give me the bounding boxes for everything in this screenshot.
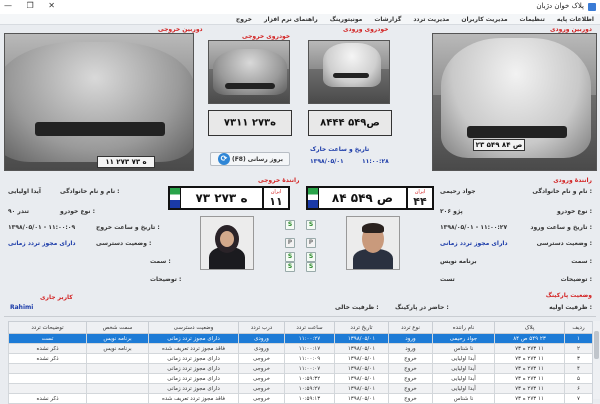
parking-capacity-label: ظرفیت اولیه : [549,304,592,311]
menu-item-traffic[interactable]: مدیریت تردد [413,16,449,23]
col-header[interactable]: نوع تردد [388,321,433,334]
entry-post-value: برنامه نویس [440,258,477,265]
exit-name-value: آیدا اولیایی [8,188,41,195]
status-marker[interactable]: S [285,220,295,230]
entry-vehicle-label: نوع خودرو : [556,208,592,215]
status-marker[interactable]: P [306,238,316,248]
window-controls[interactable]: — ❐ ✕ [4,1,61,10]
entry-car-thumbnail[interactable] [308,40,390,104]
entry-camera-view[interactable]: ۲۳ ۵۴۹ ص ۸۴ [432,33,597,171]
entry-access-value: دارای مجوز تردد زمانی [440,240,508,247]
menu-item-settings[interactable]: تنظیمات [520,16,545,23]
exit-name-label: نام و نام خانوادگی : [60,188,120,195]
menu-bar: اطلاعات پایه تنظیمات مدیریت کاربران مدیر… [0,14,600,25]
exit-access-value: دارای مجوز تردد زمانی [8,240,76,247]
table-row[interactable]: ۲ ۱۱ ۲۷۳ ه ۷۳ نا شناس ورود ۱۳۹۸/۰۵/۰۱ ۱۱:۰۰:۱… [8,343,593,354]
status-marker[interactable]: P [285,238,295,248]
exit-post-label: سمت : [150,258,171,265]
exit-camera-view[interactable]: ۱۱ ۲۷۳ ه ۷۳ [4,33,194,171]
col-header[interactable]: ساعت تردد [284,321,335,334]
exit-car-label: خودروی خروجی [242,33,291,40]
operator-value: Rahimi [10,304,34,311]
menu-item-basic-info[interactable]: اطلاعات پایه [557,16,594,23]
table-row[interactable]: ۵ ۱۱ ۲۷۳ ه ۷۳ آیدا اولیایی خروج ۱۳۹۸/۰۵/۰۱ ۱۰… [8,373,593,384]
status-marker[interactable]: S [306,252,316,262]
entry-datetime-value: ۱۳۹۸/۰۵/۰۱ - ۱۱:۰۰:۲۷ [440,224,508,231]
exit-camera-plate: ۱۱ ۲۷۳ ه ۷۳ [97,156,155,168]
table-row[interactable]: ۴ ۱۱ ۲۷۳ ه ۷۳ آیدا اولیایی خروج ۱۳۹۸/۰۵/۰۱ ۱۱… [8,363,593,374]
entry-driver-photo [346,216,400,270]
entry-datetime-label: تاریخ و ساعت ورود : [530,224,592,231]
exit-datetime-value: ۱۳۹۸/۰۵/۰۱ - ۱۱:۰۰:۰۹ [8,224,76,231]
entry-vehicle-value: پژو ۲۰۶ [440,208,463,215]
exit-driver-label: رانندهٔ خروجی [258,177,300,184]
menu-item-reports[interactable]: گزارشات [374,16,401,23]
menu-item-exit[interactable]: خروج [236,16,252,23]
menu-item-monitoring[interactable]: مونیتورینگ [330,16,363,23]
table-row[interactable]: ۷ ۱۱ ۲۷۳ ه ۷۳ نا شناس خروج ۱۳۹۸/۰۵/۰۱ ۱۰:۵۹:۱… [8,393,593,404]
entry-name-label: نام و نام خانوادگی : [532,188,592,195]
entry-plate-display: ۸۴ ص ۵۴۹ ایران ۴۴ [306,186,434,210]
entry-plate-crop: ۸۴ص۵۴۹ ۴۴ [308,110,392,136]
exit-desc-label: توضیحات : [150,276,182,283]
col-header[interactable]: درب تردد [238,321,285,334]
exit-datetime-date: ۱۳۹۸/۰۵/۰۱ [310,158,344,165]
empty-capacity-label: ظرفیت خالی : [335,304,379,311]
table-row[interactable]: ۶ ۱۱ ۲۷۳ ه ۷۳ آیدا اولیایی خروج ۱۳۹۸/۰۵/۰۱ ۱۰… [8,383,593,394]
entry-desc-label: توضیحات : [560,276,592,283]
title-bar: — ❐ ✕ پلاک خوان دژبان [0,0,600,15]
app-icon [588,3,596,11]
col-header[interactable]: نام راننده [432,321,495,334]
entry-desc-value: تست [440,276,455,283]
exit-datetime-time: ۱۱:۰۰:۲۸ [362,158,389,165]
status-marker[interactable]: S [306,262,316,272]
exit-vehicle-value: تندر ۹۰ [8,208,30,215]
traffic-table: ردیف پلاک نام راننده نوع تردد تاریخ تردد… [8,321,593,404]
exit-car-thumbnail[interactable] [208,40,290,104]
status-marker[interactable]: S [285,252,295,262]
exit-datetime-label: تاریخ و ساعت خارک [310,146,370,153]
col-header[interactable]: تاریخ تردد [334,321,389,334]
parking-present-label: حاضر در پارکینگ : [395,304,449,311]
exit-driver-photo [200,216,254,270]
status-marker[interactable]: S [285,262,295,272]
entry-access-label: وضعیت دسترسی : [536,240,592,247]
entry-car-label: خودروی ورودی [343,26,389,33]
exit-vehicle-label: نوع خودرو : [60,208,96,215]
table-row[interactable]: ۱ ۲۳ ۵۴۹ ص ۸۴ جواد رحیمی ورود ۱۳۹۸/۰۵/۰۱ ۱۱:۰… [8,333,593,344]
entry-camera-plate: ۲۳ ۵۴۹ ص ۸۴ [473,139,525,151]
menu-item-users[interactable]: مدیریت کاربران [461,16,507,23]
col-header[interactable]: وضعیت دسترسی [148,321,239,334]
exit-plate-display: ۷۳ ه ۲۷۳ ایران ۱۱ [168,186,290,210]
entry-camera-label: دوربین ورودی [550,26,592,33]
parking-status-label: وضعیت پارکینگ [545,292,592,299]
table-row[interactable]: ۳ ۱۱ ۲۷۳ ه ۷۳ آیدا اولیایی خروج ۱۳۹۸/۰۵/۰۱ ۱۱… [8,353,593,364]
table-header: ردیف پلاک نام راننده نوع تردد تاریخ تردد… [8,321,593,334]
exit-plate-crop: ۷۳ه۲۷۳ ۱۱ [208,110,292,136]
table-scrollbar[interactable] [592,321,600,399]
col-header[interactable]: سمت شخص [86,321,149,334]
exit-datetime-label: تاریخ و ساعت خروج : [96,224,160,231]
entry-driver-label: رانندهٔ ورودی [553,177,592,184]
col-header[interactable]: ردیف [564,321,593,334]
window-title: پلاک خوان دژبان [536,2,584,10]
refresh-button[interactable]: بروز رسانی (F8) ⟳ [210,152,290,166]
col-header[interactable]: توضیحات تردد [8,321,87,334]
menu-item-help[interactable]: راهنمای نرم افزار [264,16,318,23]
col-header[interactable]: پلاک [494,321,565,334]
entry-post-label: سمت : [571,258,592,265]
entry-name-value: جواد رحیمی [440,188,476,195]
exit-camera-label: دوربین خروجی [158,26,203,33]
status-marker[interactable]: S [306,220,316,230]
refresh-icon: ⟳ [217,153,230,165]
divider [4,316,596,317]
exit-access-label: وضعیت دسترسی : [96,240,152,247]
operator-label: کاربر جاری [40,294,73,301]
